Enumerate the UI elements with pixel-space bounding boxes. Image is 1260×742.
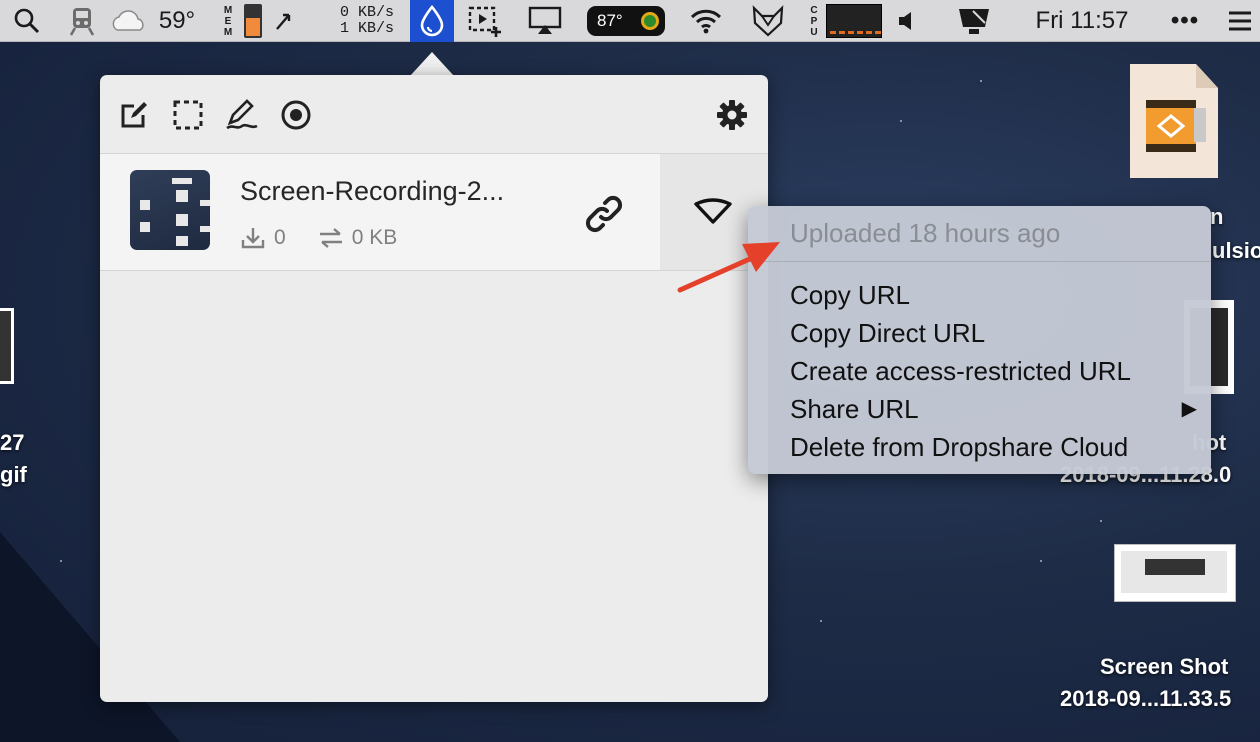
cpu-bar (848, 31, 854, 34)
menu-separator (748, 261, 1211, 262)
cpu-bar (839, 31, 845, 34)
memory-gauge-frame (244, 4, 262, 38)
new-note-button[interactable] (116, 97, 152, 133)
cpu-temperature-value: 87° (597, 11, 623, 30)
cpu-temperature-pill: 87° (587, 6, 665, 36)
airplay-icon[interactable] (524, 0, 566, 42)
popover-arrow (410, 52, 454, 76)
desktop-screenshot-thumb-2[interactable] (1114, 544, 1236, 602)
cpu-bar (875, 31, 881, 34)
star (900, 120, 902, 122)
desktop-label-left-2: gif (0, 462, 27, 487)
annotation-arrow-icon (677, 242, 780, 293)
cpu-bar (830, 31, 836, 34)
annotate-button[interactable] (224, 97, 260, 133)
menu-item-create-restricted-url[interactable]: Create access-restricted URL (748, 352, 1211, 390)
download-count: 0 (274, 226, 286, 249)
desktop-file-thumb-left[interactable] (0, 308, 14, 384)
desktop-label-top-1: n (1210, 204, 1224, 229)
dropshare-drop-icon[interactable] (410, 0, 454, 42)
copy-link-button[interactable] (582, 192, 626, 236)
menu-item-delete-from-cloud[interactable]: Delete from Dropshare Cloud (748, 428, 1211, 466)
upload-time-header: Uploaded 18 hours ago (790, 218, 1061, 248)
cpu-temperature[interactable]: 87° (586, 0, 666, 42)
memory-gauge[interactable] (240, 0, 266, 42)
submenu-arrow-icon: ▶ (1181, 398, 1197, 420)
edit-icon (121, 102, 147, 128)
more-menu-icon[interactable]: ••• (1160, 0, 1210, 42)
desktop-label-left-1: 27 (0, 430, 25, 455)
gear-icon (717, 100, 747, 130)
menubar-clock[interactable]: Fri 11:57 (1020, 0, 1144, 42)
thumbnail-strip (1145, 559, 1205, 575)
record-screen-button[interactable] (278, 97, 314, 133)
cpu-bar (866, 31, 872, 34)
menu-item-copy-url[interactable]: Copy URL (748, 276, 1211, 314)
star (60, 560, 62, 562)
star (820, 620, 822, 622)
selection-icon (173, 100, 203, 130)
star (1040, 560, 1042, 562)
chevron-down-icon (694, 198, 732, 224)
capture-area-button[interactable] (170, 97, 206, 133)
cpu-label: CPU (806, 0, 822, 42)
star (1100, 520, 1102, 522)
menu-item-copy-direct-url[interactable]: Copy Direct URL (748, 314, 1211, 352)
desktop-label-bottom-2: 2018-09...11.33.5 (1060, 686, 1232, 711)
mem-label-text: MEM (223, 4, 233, 38)
notification-center-icon[interactable] (1220, 0, 1260, 42)
network-speed[interactable]: 0 KB/s 1 KB/s (330, 0, 404, 42)
dropshare-popover: Screen-Recording-2... 0 0 KB (100, 75, 768, 702)
cpu-usage-graph[interactable] (826, 0, 882, 42)
screen-recording-icon[interactable] (464, 0, 506, 42)
memory-gauge-fill (246, 18, 260, 36)
desktop-label-top-2: ulsio (1212, 238, 1260, 263)
desktop-file-app-document[interactable] (1128, 62, 1220, 180)
item-context-menu: Uploaded 18 hours ago Copy URL Copy Dire… (748, 206, 1211, 474)
transfer-icon (319, 228, 342, 248)
volume-icon[interactable] (892, 0, 922, 42)
mem-label: MEM (220, 0, 236, 42)
share-url-label: Share URL (790, 394, 919, 424)
star (980, 80, 982, 82)
file-thumbnail (130, 170, 210, 250)
download-speed: 1 KB/s (339, 20, 394, 37)
upload-row[interactable]: Screen-Recording-2... 0 0 KB (100, 153, 768, 271)
file-stats: 0 0 KB (240, 226, 403, 250)
temperature-ring-icon (641, 12, 659, 30)
download-count-icon (241, 228, 265, 249)
transfer-size: 0 KB (351, 226, 398, 249)
upload-speed: 0 KB/s (339, 4, 394, 21)
cpu-label-text: CPU (810, 4, 818, 38)
wifi-icon[interactable] (684, 0, 728, 42)
weather-temperature[interactable]: 59° (152, 0, 202, 42)
cloudy-weather-icon[interactable] (108, 0, 150, 42)
train-icon[interactable] (66, 0, 98, 42)
menu-bar: 59° MEM 0 KB/s 1 KB/s 87° CPU Fri 11:57 … (0, 0, 1260, 42)
desktop-label-bottom-1: Screen Shot (1100, 654, 1229, 679)
record-icon (281, 100, 311, 130)
settings-button[interactable] (714, 97, 750, 133)
cpu-graph-area (826, 4, 882, 38)
spotlight-search-icon[interactable] (10, 0, 44, 42)
fox-icon[interactable] (748, 0, 788, 42)
pen-signature-icon (226, 99, 258, 130)
item-menu-button[interactable] (690, 194, 736, 230)
cpu-bar (857, 31, 863, 34)
file-name: Screen-Recording-2... (240, 176, 505, 206)
network-speed-readout: 0 KB/s 1 KB/s (340, 5, 394, 37)
menu-item-share-url[interactable]: Share URL ▶ (748, 390, 1211, 428)
link-icon (585, 195, 623, 233)
popover-toolbar (100, 75, 768, 153)
network-arrows-icon[interactable] (270, 0, 298, 42)
display-icon[interactable] (952, 0, 996, 42)
